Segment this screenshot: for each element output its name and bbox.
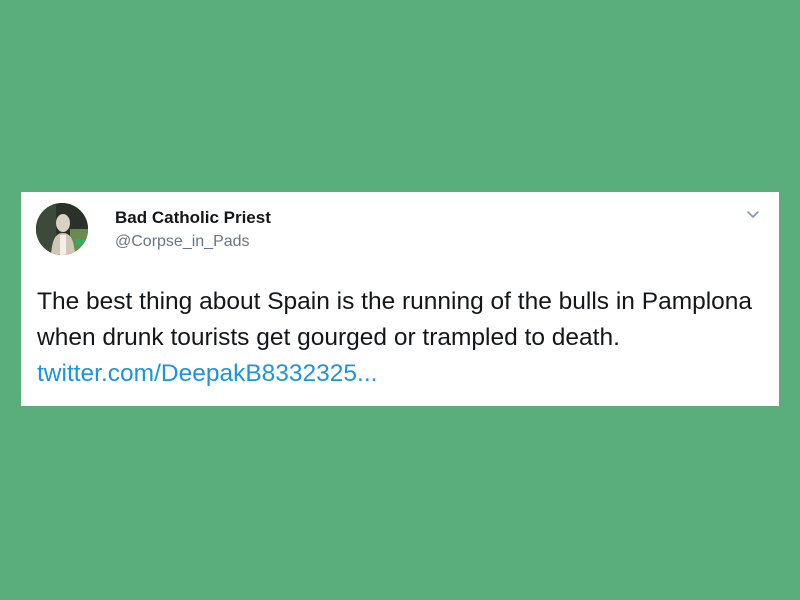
avatar-image	[36, 203, 88, 255]
chevron-down-icon[interactable]	[744, 208, 762, 222]
display-name[interactable]: Bad Catholic Priest	[115, 208, 271, 228]
tweet-link[interactable]: twitter.com/DeepakB8332325...	[37, 360, 377, 387]
user-handle[interactable]: @Corpse_in_Pads	[115, 233, 250, 251]
tweet-body: The best thing about Spain is the runnin…	[37, 288, 753, 351]
tweet-text: The best thing about Spain is the runnin…	[37, 284, 767, 392]
tweet-card: Bad Catholic Priest @Corpse_in_Pads The …	[21, 192, 779, 406]
avatar[interactable]	[36, 203, 88, 255]
